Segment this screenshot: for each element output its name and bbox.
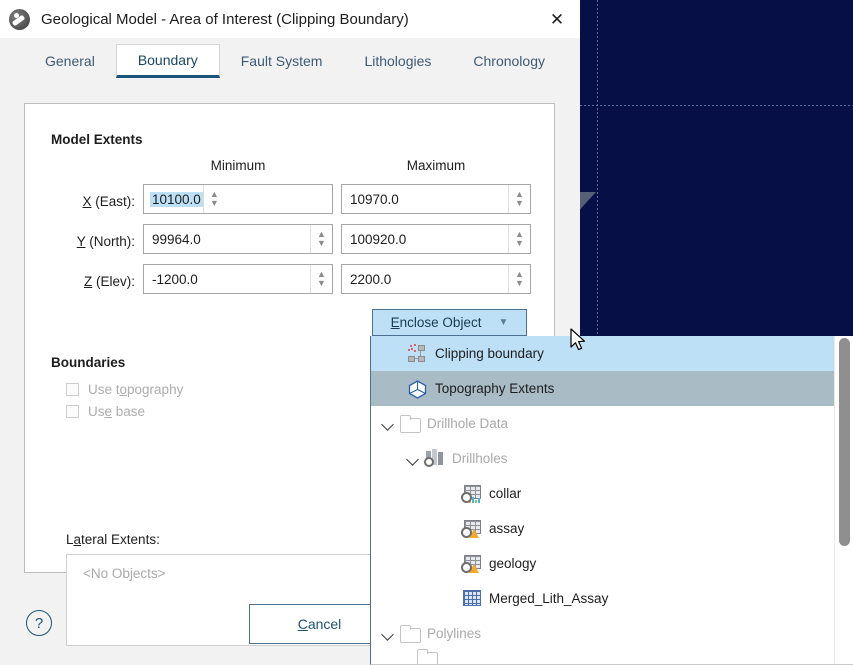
dropdown-item-label: geology <box>489 555 537 571</box>
tab-bar: General Boundary Fault System Lithologie… <box>0 38 580 78</box>
dropdown-scrollbar[interactable] <box>834 336 853 664</box>
dropdown-item-drillholes[interactable]: Drillholes <box>371 441 853 476</box>
table-warning-icon <box>461 519 483 539</box>
chevron-down-icon[interactable]: ▼ <box>210 199 219 208</box>
dropdown-item-label: collar <box>489 485 522 501</box>
z-min-spinner-arrows[interactable]: ▲ ▼ <box>310 265 332 293</box>
tab-lithologies[interactable]: Lithologies <box>343 44 452 78</box>
x-max-spinner-arrows[interactable]: ▲ ▼ <box>508 185 530 213</box>
dropdown-item-topography-extents[interactable]: Topography Extents <box>371 371 853 406</box>
z-max-value[interactable]: 2200.0 <box>342 272 508 287</box>
row-label-y: Y (North): <box>25 234 135 249</box>
help-button[interactable]: ? <box>26 610 52 636</box>
y-max-value[interactable]: 100920.0 <box>342 232 508 247</box>
column-header-minimum: Minimum <box>210 158 266 173</box>
tab-fault-system[interactable]: Fault System <box>220 44 344 78</box>
dropdown-item-collar[interactable]: collar <box>371 476 853 511</box>
folder-icon <box>416 648 438 664</box>
cancel-button[interactable]: Cancel <box>249 604 390 644</box>
chevron-down-icon[interactable] <box>381 417 395 431</box>
enclose-object-label: Enclose Object <box>390 315 482 330</box>
checkbox-box-icon[interactable] <box>66 383 79 396</box>
dropdown-item-drillhole-data[interactable]: Drillhole Data <box>371 406 853 441</box>
model-extents-heading: Model Extents <box>51 132 143 147</box>
x-max-value[interactable]: 10970.0 <box>342 192 508 207</box>
z-min-spinner[interactable]: -1200.0 ▲ ▼ <box>143 264 333 294</box>
x-min-spinner[interactable]: 10100.0 ▲ ▼ <box>143 184 333 214</box>
enclose-object-dropdown[interactable]: Clipping boundary Topography Extents Dri… <box>370 336 853 665</box>
folder-icon <box>399 414 421 434</box>
x-min-value[interactable]: 10100.0 <box>150 191 203 207</box>
row-label-x: X (East): <box>25 194 135 209</box>
table-warning-icon <box>461 554 483 574</box>
z-max-spinner-arrows[interactable]: ▲ ▼ <box>508 265 530 293</box>
leapfrog-logo-icon <box>9 8 30 30</box>
use-topography-label: Use topography <box>88 382 184 397</box>
use-base-label: Use base <box>88 404 146 419</box>
dropdown-item-merged-lith-assay[interactable]: Merged_Lith_Assay <box>371 581 853 616</box>
chevron-down-icon[interactable]: ▼ <box>515 199 524 208</box>
dialog-titlebar: Geological Model - Area of Interest (Cli… <box>0 0 580 38</box>
chevron-down-icon[interactable]: ▼ <box>515 279 524 288</box>
dropdown-item-label: Topography Extents <box>435 380 555 396</box>
lateral-extents-placeholder: <No Objects> <box>83 566 166 581</box>
chevron-down-icon[interactable] <box>381 627 395 641</box>
x-min-spinner-arrows[interactable]: ▲ ▼ <box>202 185 225 213</box>
tab-boundary[interactable]: Boundary <box>115 44 220 78</box>
dropdown-item-partial[interactable] <box>371 648 853 664</box>
dropdown-item-assay[interactable]: assay <box>371 511 853 546</box>
topography-extents-icon <box>407 379 429 399</box>
enclose-object-button[interactable]: Enclose Object ▼ <box>372 309 527 336</box>
drillholes-icon <box>424 448 446 469</box>
folder-icon <box>399 624 421 644</box>
dropdown-item-geology[interactable]: geology <box>371 546 853 581</box>
y-min-spinner[interactable]: 99964.0 ▲ ▼ <box>143 224 333 254</box>
use-base-checkbox[interactable]: Use base <box>66 404 145 419</box>
chevron-down-icon[interactable]: ▼ <box>317 239 326 248</box>
y-max-spinner[interactable]: 100920.0 ▲ ▼ <box>341 224 531 254</box>
dropdown-item-clipping-boundary[interactable]: Clipping boundary <box>371 336 853 371</box>
page-title: Geological Model - Area of Interest (Cli… <box>41 10 409 28</box>
use-topography-checkbox[interactable]: Use topography <box>66 382 183 397</box>
dropdown-item-label: Drillhole Data <box>427 415 509 431</box>
row-label-y-text: (North): <box>85 234 135 249</box>
close-icon[interactable]: ✕ <box>534 0 580 38</box>
dropdown-item-polylines[interactable]: Polylines <box>371 616 853 651</box>
x-max-spinner[interactable]: 10970.0 ▲ ▼ <box>341 184 531 214</box>
column-header-maximum: Maximum <box>406 158 466 173</box>
row-label-z-text: (Elev): <box>92 274 135 289</box>
table-blue-icon <box>461 589 483 609</box>
checkbox-box-icon[interactable] <box>66 405 79 418</box>
tab-chronology[interactable]: Chronology <box>452 44 566 78</box>
row-label-x-text: (East): <box>91 194 135 209</box>
y-min-spinner-arrows[interactable]: ▲ ▼ <box>310 225 332 253</box>
table-collar-icon <box>461 484 483 504</box>
dropdown-item-label: Polylines <box>427 625 482 641</box>
chevron-down-icon[interactable]: ▼ <box>317 279 326 288</box>
y-min-value[interactable]: 99964.0 <box>144 232 310 247</box>
chevron-down-icon[interactable]: ▼ <box>498 317 508 328</box>
chevron-down-icon[interactable] <box>406 452 420 466</box>
dropdown-item-label: Drillholes <box>452 450 508 466</box>
y-max-spinner-arrows[interactable]: ▲ ▼ <box>508 225 530 253</box>
row-label-z: Z (Elev): <box>25 274 135 289</box>
dropdown-item-label: Merged_Lith_Assay <box>489 590 609 606</box>
accesskey-z: Z <box>83 274 93 289</box>
boundaries-heading: Boundaries <box>51 355 126 370</box>
dropdown-item-label: assay <box>489 520 525 536</box>
dropdown-item-label: Clipping boundary <box>435 345 544 361</box>
dropdown-scrollbar-thumb[interactable] <box>839 338 850 546</box>
z-min-value[interactable]: -1200.0 <box>144 272 310 287</box>
z-max-spinner[interactable]: 2200.0 ▲ ▼ <box>341 264 531 294</box>
lateral-extents-label: Lateral Extents: <box>66 532 160 547</box>
chevron-down-icon[interactable]: ▼ <box>515 239 524 248</box>
tab-general[interactable]: General <box>24 44 116 78</box>
clipping-boundary-icon <box>407 343 429 364</box>
